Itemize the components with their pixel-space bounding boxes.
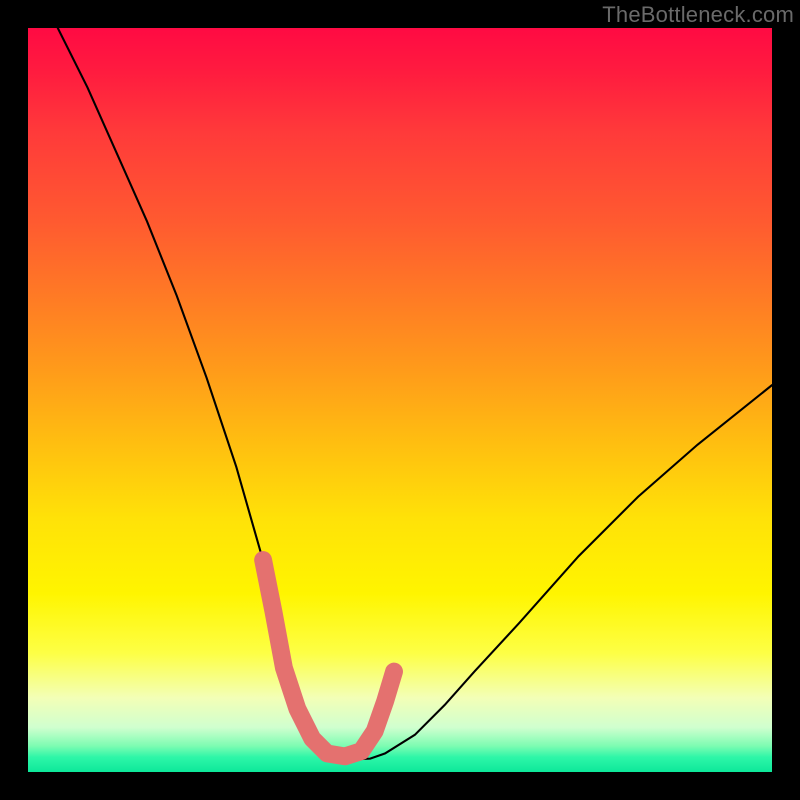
- optimal-range-marker: [263, 560, 394, 756]
- watermark-text: TheBottleneck.com: [602, 2, 794, 28]
- chart-curve: [28, 28, 772, 772]
- chart-plot-area: [28, 28, 772, 772]
- bottleneck-curve: [58, 28, 772, 759]
